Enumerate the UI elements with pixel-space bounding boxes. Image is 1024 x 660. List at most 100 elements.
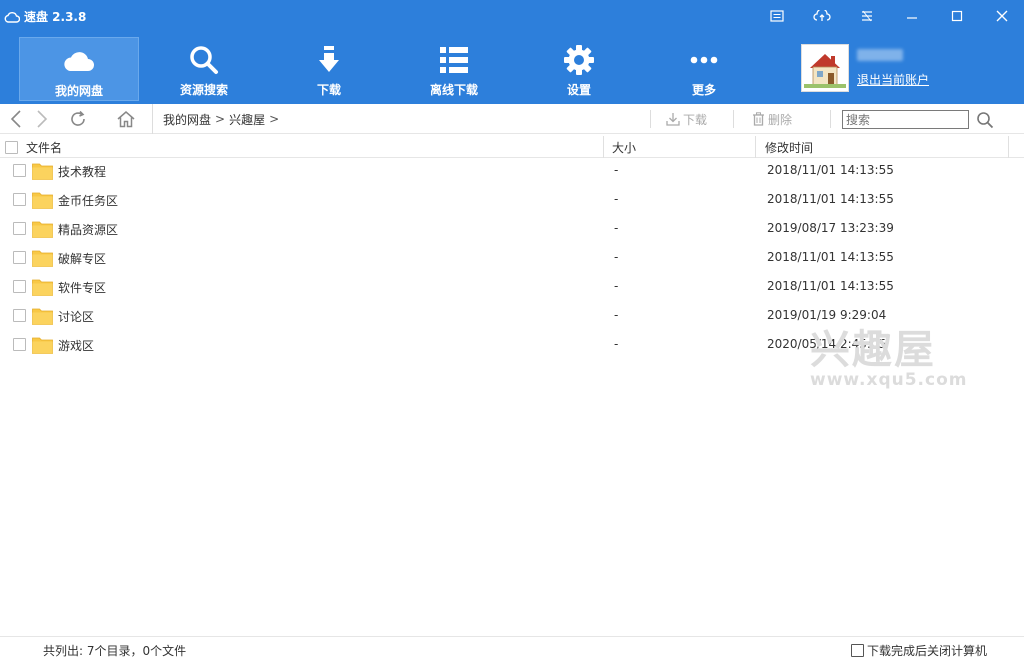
shutdown-checkbox[interactable] xyxy=(851,644,864,657)
column-divider[interactable] xyxy=(755,136,756,158)
file-size: - xyxy=(614,337,619,351)
download-arrow-icon xyxy=(319,46,339,72)
file-name[interactable]: 技术教程 xyxy=(58,163,106,180)
maximize-button[interactable] xyxy=(934,0,979,32)
logout-link[interactable]: 退出当前账户 xyxy=(857,73,929,87)
search-button[interactable] xyxy=(975,110,995,130)
status-bar: 共列出: 7个目录，0个文件 下载完成后关闭计算机 xyxy=(0,636,1024,660)
folder-icon xyxy=(32,163,53,180)
download-label: 下载 xyxy=(683,112,708,127)
cloud-sync-button[interactable] xyxy=(799,0,844,32)
user-info: 退出当前账户 xyxy=(857,48,929,88)
column-divider[interactable] xyxy=(603,136,604,158)
table-row[interactable]: 精品资源区 - 2019/08/17 13:23:39 xyxy=(0,216,1024,245)
row-checkbox[interactable] xyxy=(13,222,26,235)
nav-resource-search[interactable]: 资源搜索 xyxy=(144,37,264,101)
toolbar-divider xyxy=(830,110,831,128)
window-controls xyxy=(754,0,1024,32)
column-header-name[interactable]: 文件名 xyxy=(26,136,62,158)
row-checkbox[interactable] xyxy=(13,338,26,351)
column-header-modified[interactable]: 修改时间 xyxy=(765,136,813,158)
shutdown-option[interactable]: 下载完成后关闭计算机 xyxy=(851,642,987,659)
folder-icon xyxy=(32,308,53,325)
breadcrumb-item[interactable]: 我的网盘 xyxy=(163,111,211,128)
file-name[interactable]: 破解专区 xyxy=(58,250,106,267)
mini-mode-button[interactable] xyxy=(754,0,799,32)
delete-label: 删除 xyxy=(768,112,793,127)
forward-button[interactable] xyxy=(32,109,52,129)
column-divider[interactable] xyxy=(1008,136,1009,158)
refresh-icon xyxy=(71,110,85,126)
file-modified: 2019/01/19 9:29:04 xyxy=(767,308,887,322)
breadcrumb-separator: > xyxy=(215,112,226,126)
close-button[interactable] xyxy=(979,0,1024,32)
file-name[interactable]: 金币任务区 xyxy=(58,192,118,209)
folder-icon xyxy=(32,279,53,296)
user-name-blurred xyxy=(857,48,903,61)
folder-icon xyxy=(32,192,53,209)
back-button[interactable] xyxy=(6,109,26,129)
nav-offline-download[interactable]: 离线下载 xyxy=(394,37,514,101)
file-name[interactable]: 游戏区 xyxy=(58,337,94,354)
close-icon xyxy=(996,10,1007,22)
file-modified: 2019/08/17 13:23:39 xyxy=(767,221,894,235)
row-checkbox[interactable] xyxy=(13,251,26,264)
main-nav: 我的网盘 资源搜索 下载 离线下载 设置 更多 退出当前账户 xyxy=(0,32,1024,104)
delete-button[interactable]: 删除 xyxy=(752,104,792,134)
skin-button[interactable] xyxy=(844,0,889,32)
cloud-icon xyxy=(64,52,94,71)
watermark-url: www.xqu5.com xyxy=(810,370,968,390)
minimize-button[interactable] xyxy=(889,0,934,32)
nav-more[interactable]: 更多 xyxy=(644,37,764,101)
maximize-icon xyxy=(951,10,962,22)
breadcrumb-separator: > xyxy=(269,112,280,126)
nav-settings[interactable]: 设置 xyxy=(519,37,639,101)
row-checkbox[interactable] xyxy=(13,309,26,322)
table-row[interactable]: 技术教程 - 2018/11/01 14:13:55 xyxy=(0,158,1024,187)
app-title: 速盘 2.3.8 xyxy=(4,8,86,25)
folder-icon xyxy=(32,250,53,267)
list-icon xyxy=(440,47,468,73)
file-size: - xyxy=(614,308,619,322)
table-row[interactable]: 金币任务区 - 2018/11/01 14:13:55 xyxy=(0,187,1024,216)
file-name[interactable]: 软件专区 xyxy=(58,279,106,296)
select-all-checkbox[interactable] xyxy=(5,140,18,154)
house-avatar-icon xyxy=(804,54,846,88)
nav-my-disk[interactable]: 我的网盘 xyxy=(19,37,139,101)
home-button[interactable] xyxy=(116,109,136,129)
shutdown-label: 下载完成后关闭计算机 xyxy=(867,644,988,658)
nav-download[interactable]: 下载 xyxy=(269,37,389,101)
search-input[interactable] xyxy=(842,110,969,129)
breadcrumb-item[interactable]: 兴趣屋 xyxy=(229,111,265,128)
table-row[interactable]: 软件专区 - 2018/11/01 14:13:55 xyxy=(0,274,1024,303)
select-all-checkbox-cell xyxy=(5,136,18,158)
avatar[interactable] xyxy=(801,44,849,92)
file-modified: 2018/11/01 14:13:55 xyxy=(767,250,894,264)
nav-label: 更多 xyxy=(691,83,716,97)
file-table-header: 文件名 大小 修改时间 xyxy=(0,136,1024,158)
download-button[interactable]: 下载 xyxy=(666,104,707,134)
magnifier-icon xyxy=(977,112,994,129)
watermark: 兴趣屋 www.xqu5.com xyxy=(810,328,967,390)
chevron-right-icon xyxy=(37,110,48,128)
nav-label: 我的网盘 xyxy=(54,84,103,98)
column-header-size[interactable]: 大小 xyxy=(612,136,636,158)
app-title-text: 速盘 2.3.8 xyxy=(24,10,87,24)
row-checkbox[interactable] xyxy=(13,164,26,177)
toolbar-divider xyxy=(733,110,734,128)
gear-icon xyxy=(564,45,594,75)
table-row[interactable]: 破解专区 - 2018/11/01 14:13:55 xyxy=(0,245,1024,274)
row-checkbox[interactable] xyxy=(13,280,26,293)
refresh-button[interactable] xyxy=(68,109,88,129)
file-size: - xyxy=(614,163,619,177)
folder-icon xyxy=(32,221,53,238)
cloud-logo-icon xyxy=(4,11,20,23)
download-icon xyxy=(666,113,680,126)
search-icon xyxy=(190,46,218,74)
file-name[interactable]: 精品资源区 xyxy=(58,221,118,238)
folder-icon xyxy=(32,337,53,354)
toolbar-divider xyxy=(650,110,651,128)
file-name[interactable]: 讨论区 xyxy=(58,308,94,325)
watermark-main: 兴趣屋 xyxy=(810,327,936,373)
row-checkbox[interactable] xyxy=(13,193,26,206)
